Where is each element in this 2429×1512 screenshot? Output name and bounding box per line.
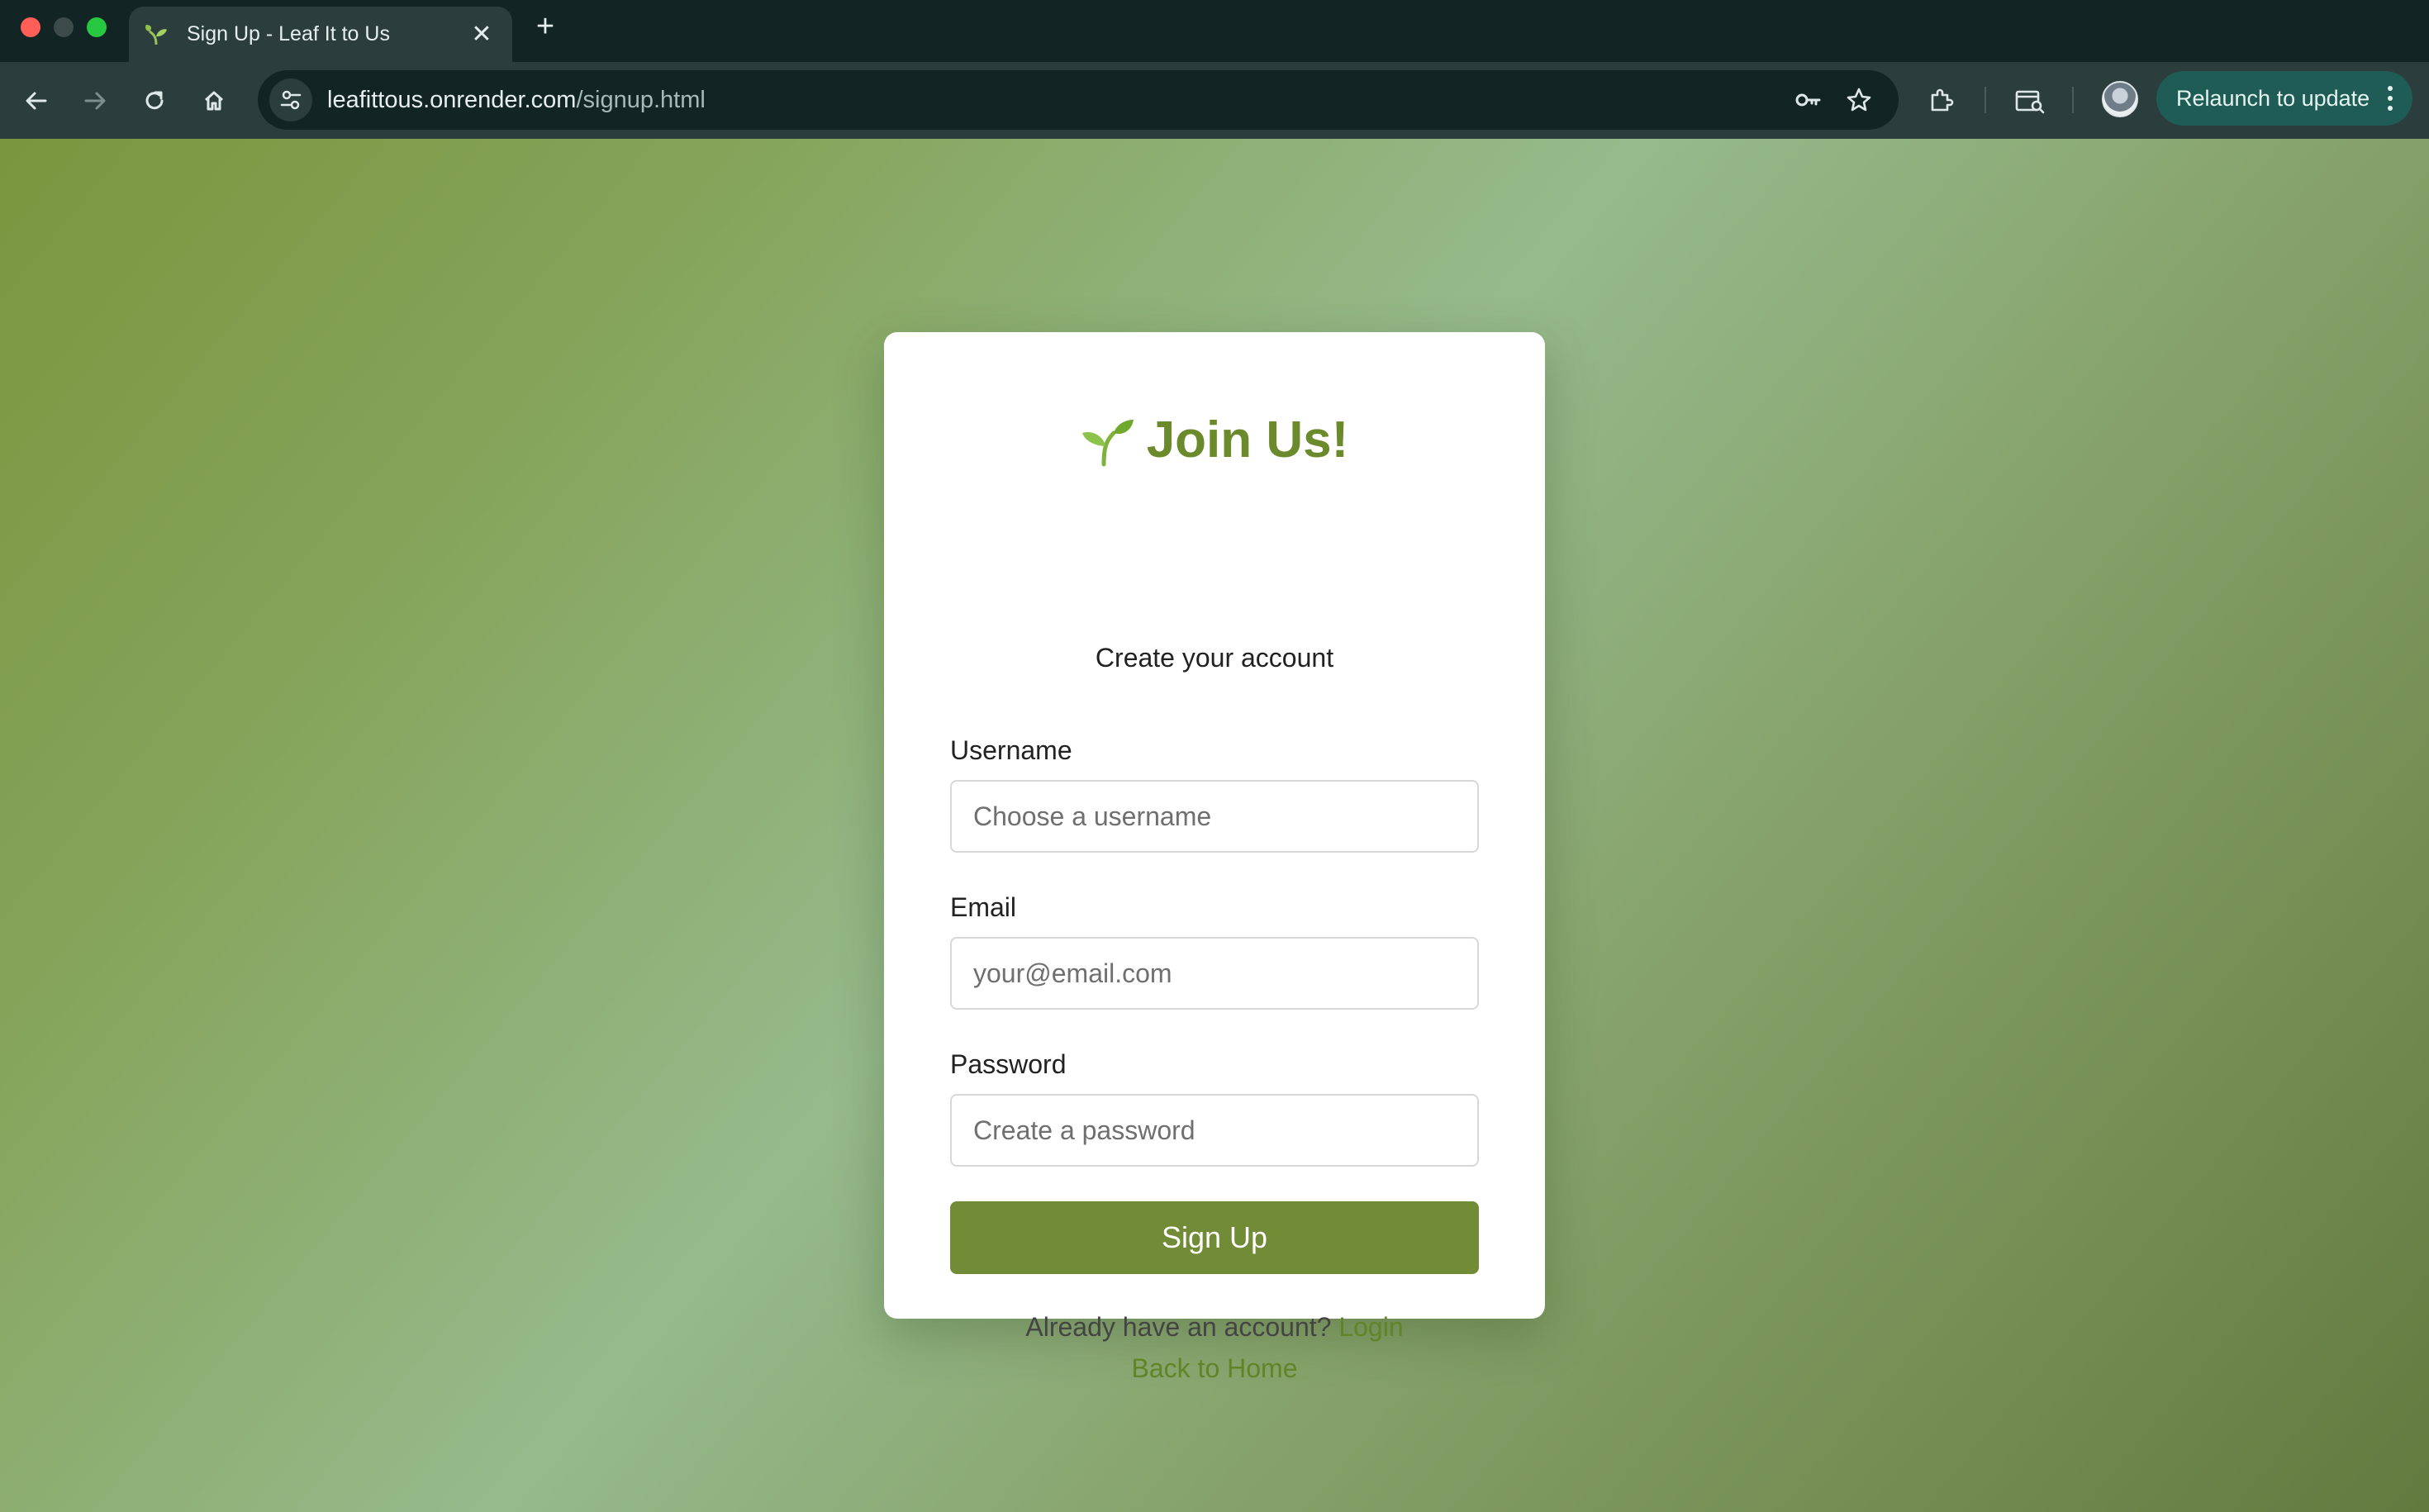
page-subtitle: Create your account xyxy=(1095,643,1334,673)
page-title-text: Join Us! xyxy=(1146,411,1349,468)
relaunch-label: Relaunch to update xyxy=(2176,85,2370,111)
page-title: Join Us! xyxy=(884,411,1545,469)
back-button[interactable] xyxy=(14,78,59,123)
tab-title: Sign Up - Leaf It to Us xyxy=(187,22,390,45)
signup-button[interactable]: Sign Up xyxy=(950,1201,1479,1274)
new-tab-button[interactable]: + xyxy=(529,10,562,43)
home-button[interactable] xyxy=(192,78,236,123)
reading-mode-button[interactable] xyxy=(2008,78,2052,123)
browser-toolbar: leafittous.onrender.com/signup.html xyxy=(0,62,2429,139)
sprout-favicon-icon xyxy=(142,21,170,49)
extensions-button[interactable] xyxy=(1919,78,1964,123)
active-tab[interactable]: Sign Up - Leaf It to Us ✕ xyxy=(129,7,512,62)
sprout-icon xyxy=(1081,419,1134,466)
close-window-button[interactable] xyxy=(21,17,40,37)
username-input[interactable] xyxy=(950,780,1479,853)
site-settings-icon[interactable] xyxy=(269,78,312,121)
email-input[interactable] xyxy=(950,937,1479,1010)
more-vert-icon[interactable] xyxy=(2384,83,2396,114)
page-viewport: Join Us! Create your account Username Em… xyxy=(0,139,2429,1512)
maximize-window-button[interactable] xyxy=(87,17,107,37)
tab-close-icon[interactable]: ✕ xyxy=(469,21,494,47)
url-text: leafittous.onrender.com/signup.html xyxy=(327,87,706,114)
email-label: Email xyxy=(950,892,1017,922)
username-label: Username xyxy=(950,735,1072,765)
login-link[interactable]: Login xyxy=(1338,1312,1403,1342)
reload-button[interactable] xyxy=(132,78,177,123)
back-arrow-icon xyxy=(26,92,47,110)
back-to-home-link[interactable]: Back to Home xyxy=(1132,1353,1298,1383)
reload-icon xyxy=(145,91,164,110)
login-prompt-text: Already have an account? xyxy=(1025,1312,1332,1342)
extensions-icon xyxy=(1931,88,1954,112)
home-icon xyxy=(204,91,224,111)
address-bar[interactable]: leafittous.onrender.com/signup.html xyxy=(258,70,1899,130)
toolbar-separator xyxy=(2072,87,2074,113)
home-link-line: Back to Home xyxy=(884,1353,1545,1384)
url-host: leafittous.onrender.com xyxy=(327,86,577,113)
key-icon[interactable] xyxy=(1786,78,1829,121)
minimize-window-button[interactable] xyxy=(54,17,74,37)
toolbar-separator xyxy=(1985,87,1986,113)
login-prompt-line: Already have an account? Login xyxy=(884,1312,1545,1343)
star-icon[interactable] xyxy=(1837,78,1880,121)
relaunch-button[interactable]: Relaunch to update xyxy=(2156,71,2412,126)
reading-mode-icon xyxy=(2015,90,2045,114)
tab-strip: Sign Up - Leaf It to Us ✕ + xyxy=(0,0,2429,62)
signup-card: Join Us! Create your account Username Em… xyxy=(884,332,1545,1383)
profile-avatar[interactable] xyxy=(2102,81,2138,117)
password-label: Password xyxy=(950,1049,1067,1079)
forward-button[interactable] xyxy=(73,78,117,123)
url-path: /signup.html xyxy=(576,86,706,113)
forward-arrow-icon xyxy=(84,92,106,110)
password-input[interactable] xyxy=(950,1094,1479,1167)
